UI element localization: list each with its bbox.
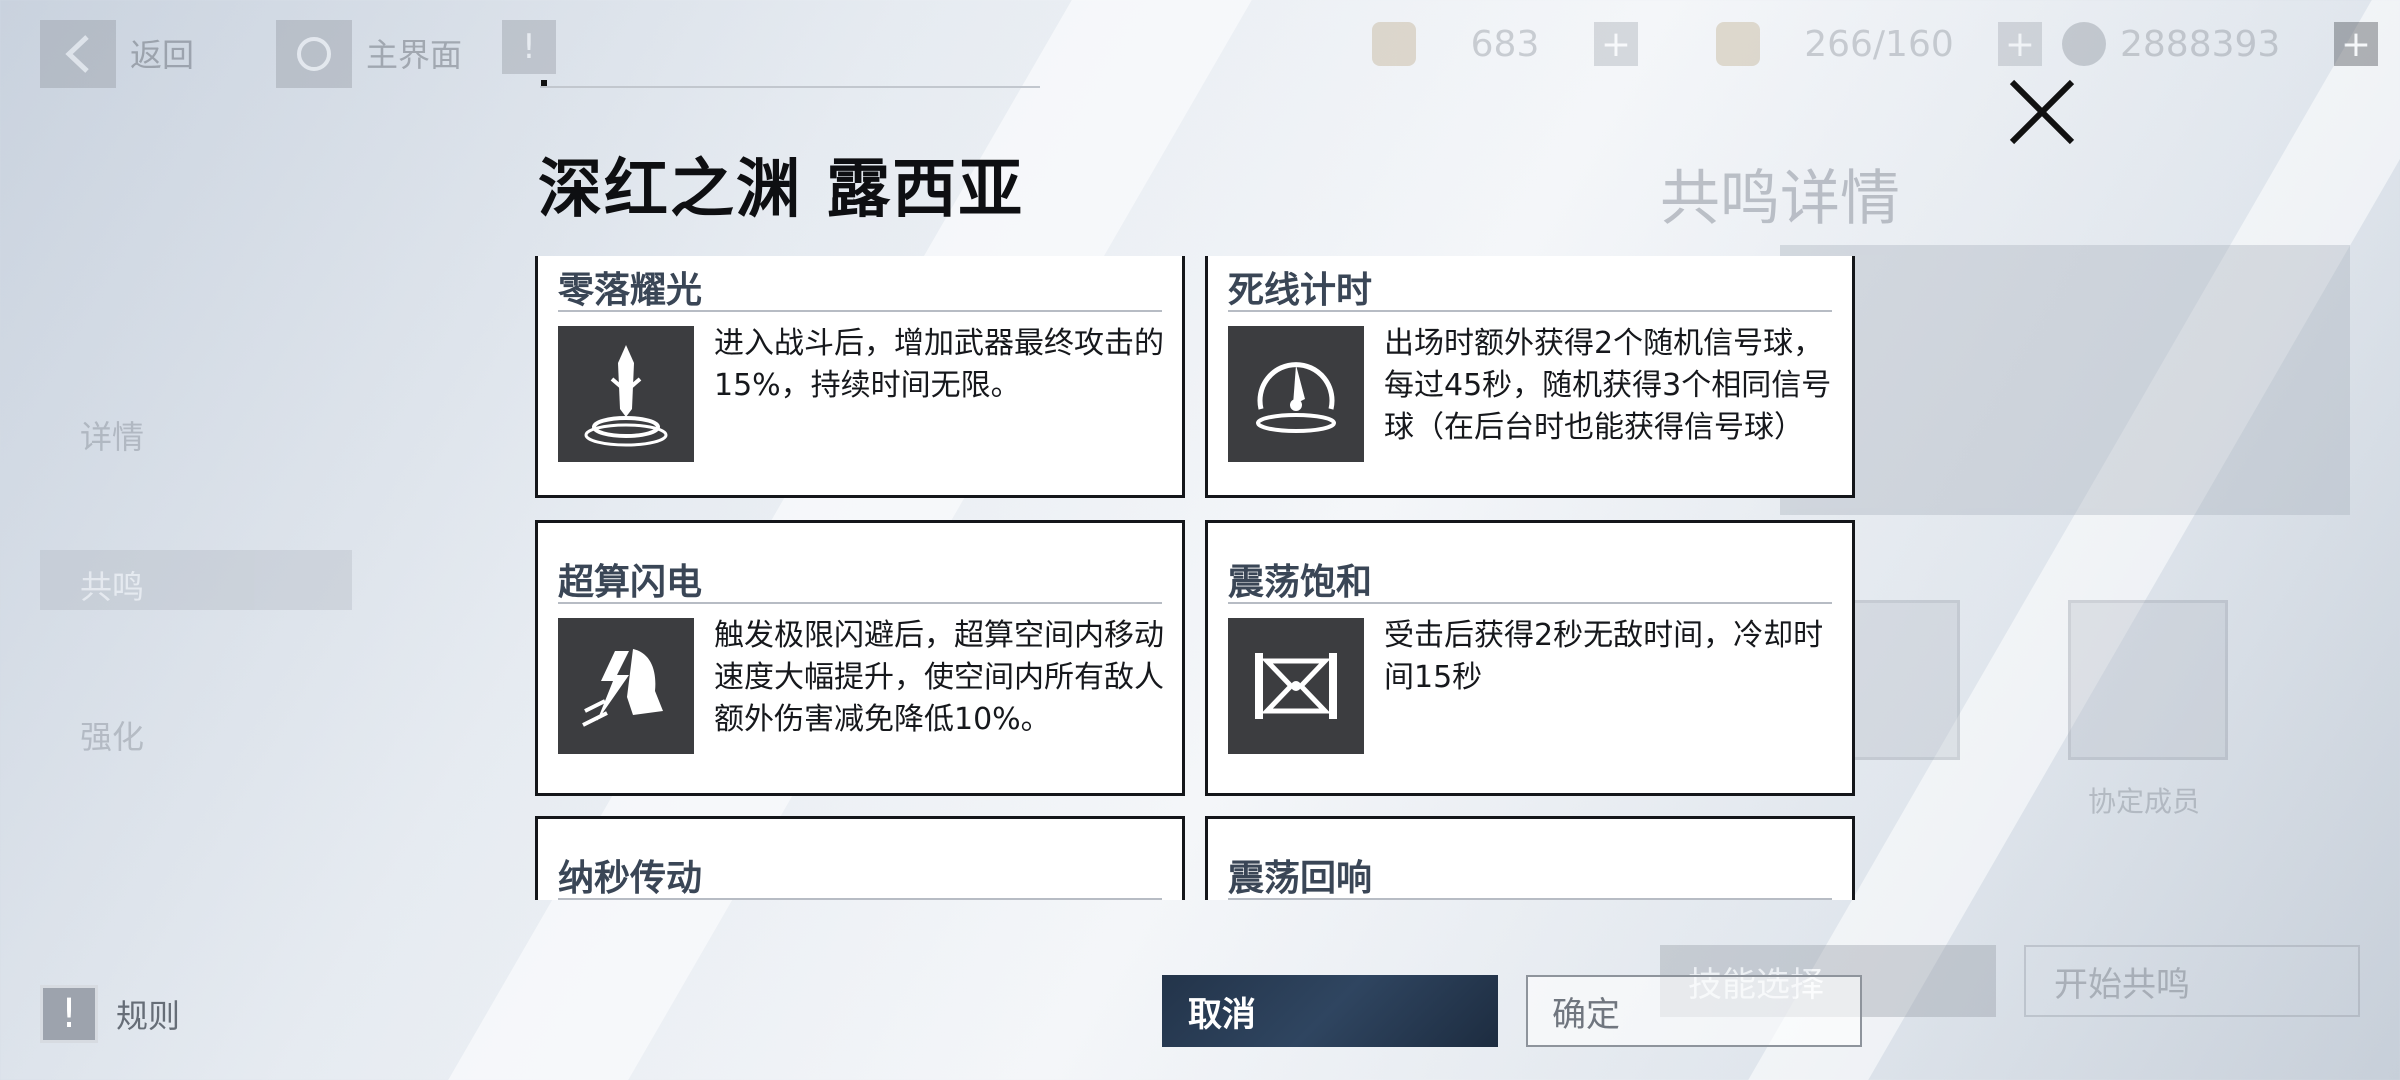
divider <box>558 310 1162 312</box>
skill-list[interactable]: 零落耀光 进入战斗后，增加武器最终攻击的15%，持续时间无限。 死线计时 出场时… <box>532 256 1862 900</box>
side-menu-enhance[interactable]: 强化 <box>80 712 144 758</box>
add-stamina-button[interactable]: + <box>1998 22 2042 66</box>
background-title: 共鸣详情 <box>1660 164 1900 234</box>
lightning-boot-icon <box>558 618 694 754</box>
rules-label: 规则 <box>116 997 181 1035</box>
hourglass-icon <box>1228 618 1364 754</box>
divider <box>1228 310 1832 312</box>
circle-icon <box>297 37 331 71</box>
skill-card[interactable]: 超算闪电 触发极限闪避后，超算空间内移动速度大幅提升，使空间内所有敌人额外伤害减… <box>535 520 1185 796</box>
resource-value: 683 <box>1470 23 1540 65</box>
background-card-label: 协定成员 <box>2088 785 2201 818</box>
skill-card[interactable]: 震荡饱和 受击后获得2秒无敌时间，冷却时间15秒 <box>1205 520 1855 796</box>
background-card[interactable] <box>2068 600 2228 760</box>
signal-orb-icon <box>1228 326 1364 462</box>
start-resonance-button[interactable]: 开始共鸣 <box>2024 945 2360 1017</box>
cancel-button[interactable]: 取消 <box>1162 975 1498 1047</box>
fuel-icon <box>1372 22 1416 66</box>
rules-button[interactable]: ! 规则 <box>40 985 180 1043</box>
skill-description: 受击后获得2秒无敌时间，冷却时间15秒 <box>1384 618 1824 695</box>
divider <box>1228 898 1832 900</box>
skill-card[interactable]: 零落耀光 进入战斗后，增加武器最终攻击的15%，持续时间无限。 <box>535 256 1185 498</box>
divider <box>558 602 1162 604</box>
modal-title: 深红之渊 露西亚 <box>538 153 1025 227</box>
stamina-icon <box>1716 22 1760 66</box>
skill-card[interactable]: 死线计时 出场时额外获得2个随机信号球，每过45秒，随机获得3个相同信号球（在后… <box>1205 256 1855 498</box>
background-panel <box>1780 245 2350 515</box>
title-divider <box>540 86 1040 88</box>
home-label: 主界面 <box>366 36 463 74</box>
resource-stamina: 266/160 + <box>1716 22 2042 66</box>
skill-name: 零落耀光 <box>558 270 703 311</box>
skill-name: 死线计时 <box>1228 270 1373 311</box>
skill-description: 进入战斗后，增加武器最终攻击的15%，持续时间无限。 <box>714 326 1164 403</box>
exclamation-icon: ! <box>40 985 98 1043</box>
skill-card[interactable]: 震荡回响 <box>1205 816 1855 900</box>
resource-value: 2888393 <box>2120 23 2281 65</box>
chevron-left-icon <box>65 35 89 73</box>
skill-card[interactable]: 纳秒传动 <box>535 816 1185 900</box>
side-menu-resonance[interactable]: 共鸣 <box>80 562 144 608</box>
skill-name: 超算闪电 <box>558 562 703 603</box>
close-button[interactable] <box>2006 76 2078 148</box>
coin-icon <box>2062 22 2106 66</box>
title-marker <box>541 80 547 86</box>
skill-name: 震荡饱和 <box>1228 562 1373 603</box>
home-button[interactable] <box>276 20 352 88</box>
confirm-button[interactable]: 确定 <box>1526 975 1862 1047</box>
divider <box>1228 602 1832 604</box>
add-fuel-button[interactable]: + <box>1594 22 1638 66</box>
sword-icon <box>558 326 694 462</box>
skill-description: 触发极限闪避后，超算空间内移动速度大幅提升，使空间内所有敌人额外伤害减免降低10… <box>714 618 1164 737</box>
side-menu-details[interactable]: 详情 <box>80 412 144 458</box>
skill-description: 出场时额外获得2个随机信号球，每过45秒，随机获得3个相同信号球（在后台时也能获… <box>1384 326 1832 445</box>
resource-coin: 2888393 + <box>2062 22 2378 66</box>
exclamation-icon: ! <box>522 27 536 67</box>
back-button[interactable] <box>40 20 116 88</box>
skill-name: 震荡回响 <box>1228 858 1373 899</box>
skill-name: 纳秒传动 <box>558 858 703 899</box>
divider <box>558 898 1162 900</box>
info-button[interactable]: ! <box>502 20 556 74</box>
close-icon <box>2009 79 2075 145</box>
resource-value: 266/160 <box>1804 23 1954 65</box>
back-label: 返回 <box>130 36 195 74</box>
add-coin-button[interactable]: + <box>2334 22 2378 66</box>
resource-fuel: 683 + <box>1372 22 1638 66</box>
